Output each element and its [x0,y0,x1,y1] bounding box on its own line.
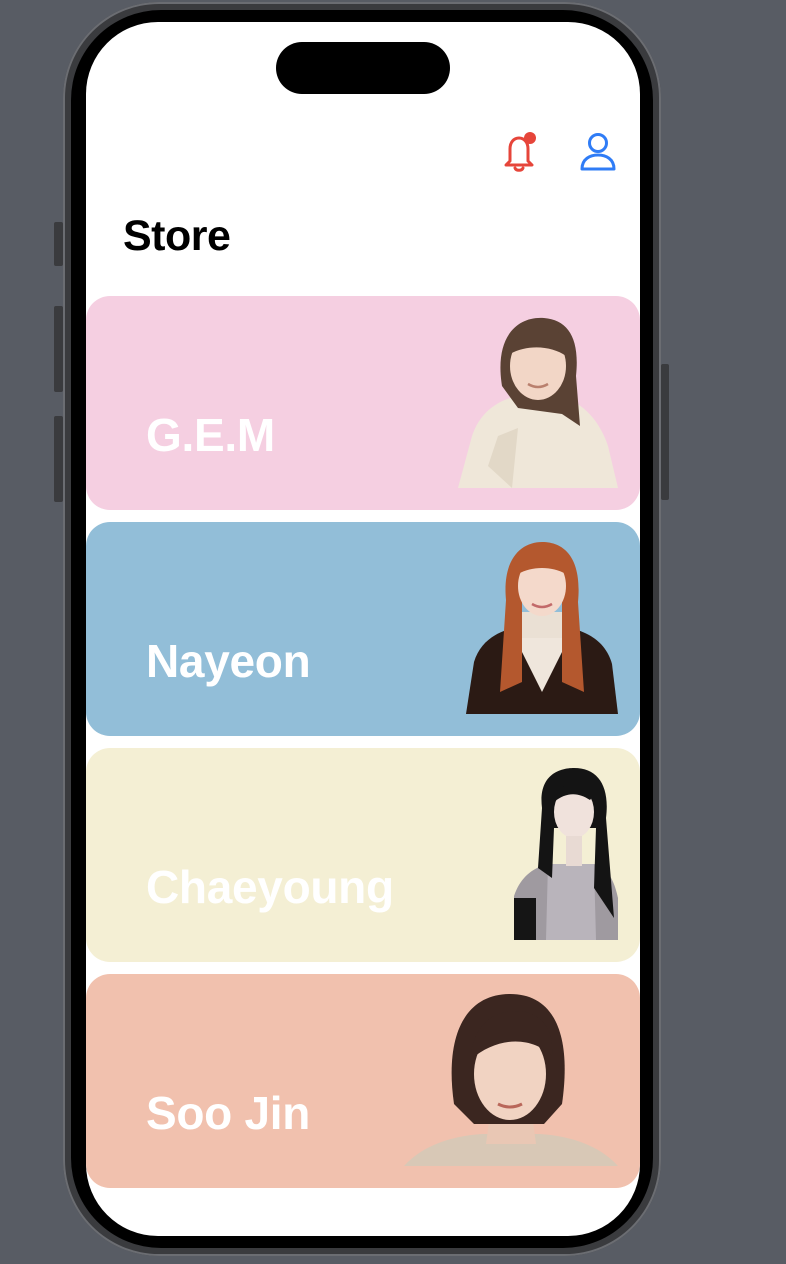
artist-photo [404,994,618,1166]
bell-icon [504,132,536,172]
artist-name: Chaeyoung [146,861,394,913]
artist-photo [466,542,618,714]
power-button [661,364,669,500]
person-icon [580,133,616,171]
artist-name: Soo Jin [146,1087,311,1139]
action-button [54,222,63,266]
artist-name: Nayeon [146,635,311,687]
artist-photo [458,317,618,488]
artist-card-nayeon[interactable]: Nayeon [86,522,640,736]
profile-button[interactable] [576,130,620,174]
artist-photo [514,768,618,940]
notification-button[interactable] [498,130,542,174]
page-title: Store [123,212,231,260]
dynamic-island [276,42,450,94]
volume-down-button [54,416,63,502]
artist-card-soo-jin[interactable]: Soo Jin [86,974,640,1188]
artist-card-chaeyoung[interactable]: Chaeyoung [86,748,640,962]
volume-up-button [54,306,63,392]
artist-name: G.E.M [146,409,275,461]
artist-card-gem[interactable]: G.E.M [86,296,640,510]
app-screen: Store G.E.M Nayeon Chaeyoung Soo Jin [86,22,640,1236]
